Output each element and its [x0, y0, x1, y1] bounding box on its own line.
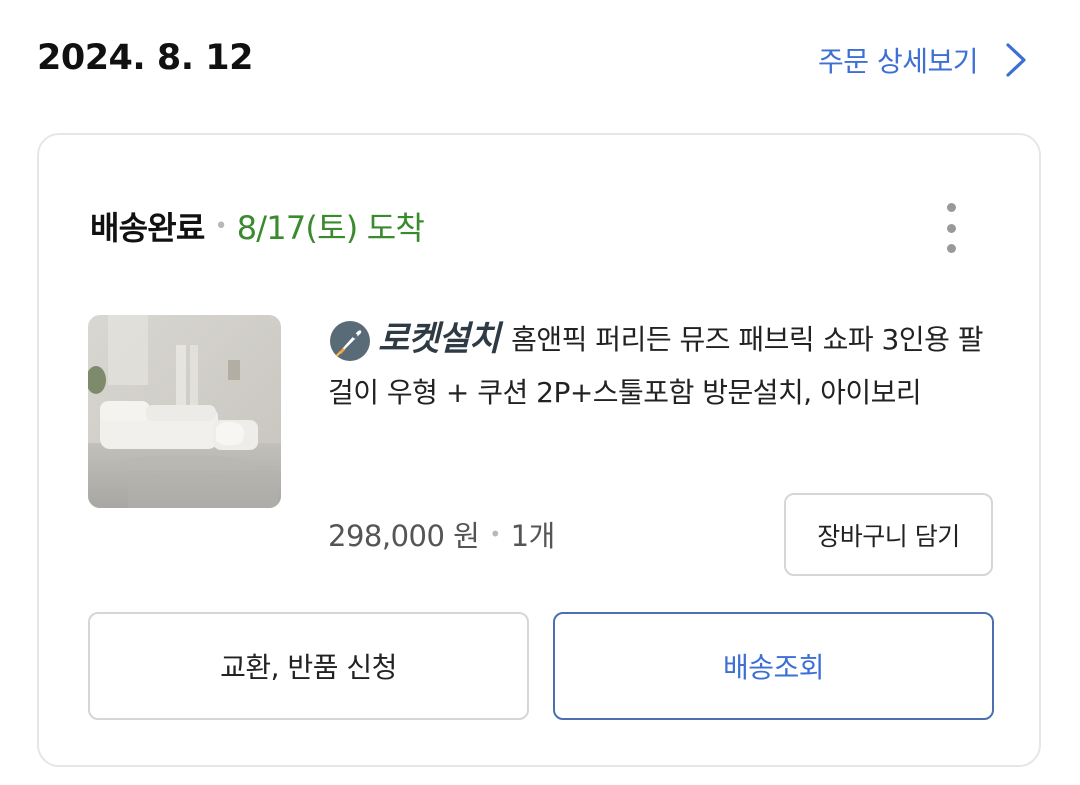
- product-thumbnail[interactable]: [88, 315, 281, 508]
- kebab-menu-icon[interactable]: [939, 203, 963, 253]
- price-row: 298,000 원 • 1개: [328, 513, 555, 555]
- order-date: 2024. 8. 12: [37, 38, 253, 78]
- track-delivery-button[interactable]: 배송조회: [553, 612, 994, 720]
- product-title[interactable]: 로켓설치 홈앤픽 퍼리든 뮤즈 패브릭 쇼파 3인용 팔걸이 우형 + 쿠션 2…: [328, 313, 988, 419]
- rocket-install-label: 로켓설치: [378, 319, 500, 359]
- chevron-right-icon: [1006, 43, 1026, 77]
- product-quantity: 1개: [510, 519, 556, 553]
- arrival-date: 8/17(토) 도착: [236, 209, 425, 247]
- exchange-return-button[interactable]: 교환, 반품 신청: [88, 612, 529, 720]
- status-separator-dot: •: [214, 213, 228, 239]
- order-card: 배송완료 • 8/17(토) 도착 로켓설치 홈앤픽 퍼리든 뮤즈 패브릭 쇼파…: [37, 133, 1041, 767]
- product-price: 298,000 원: [328, 519, 480, 553]
- order-detail-link-label: 주문 상세보기: [818, 45, 978, 78]
- price-separator-dot: •: [489, 522, 501, 546]
- order-detail-link[interactable]: 주문 상세보기: [818, 40, 1028, 80]
- product-info[interactable]: 로켓설치 홈앤픽 퍼리든 뮤즈 패브릭 쇼파 3인용 팔걸이 우형 + 쿠션 2…: [328, 313, 988, 419]
- rocket-install-badge: 로켓설치: [328, 313, 500, 366]
- delivery-status-row: 배송완료 • 8/17(토) 도착: [90, 203, 425, 249]
- order-history-page: 2024. 8. 12 주문 상세보기 배송완료 • 8/17(토) 도착 로켓…: [0, 0, 1080, 785]
- delivery-status: 배송완료: [90, 209, 205, 247]
- add-to-cart-button[interactable]: 장바구니 담기: [784, 493, 993, 576]
- rocket-icon: [330, 321, 370, 361]
- sofa-product-image: [88, 315, 281, 508]
